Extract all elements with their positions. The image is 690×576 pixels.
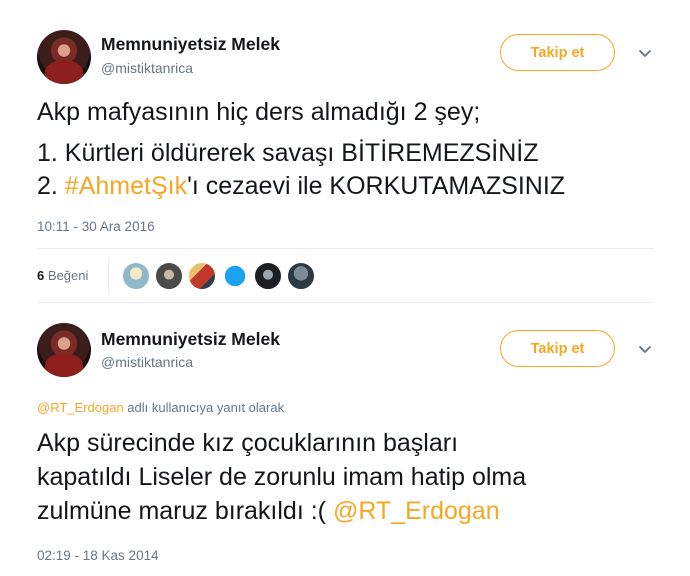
divider (108, 258, 109, 294)
tweet: Memnuniyetsiz Melek @mistiktanrica Takip… (0, 0, 690, 310)
mention-link[interactable]: @RT_Erdogan (37, 400, 124, 415)
mention-link[interactable]: @RT_Erdogan (333, 497, 500, 525)
likes-label: Beğeni (47, 268, 89, 283)
likes-number: 6 (37, 268, 45, 283)
tweet-timestamp[interactable]: 02:19 - 18 Kas 2014 (37, 548, 159, 563)
divider (37, 302, 654, 303)
hashtag-link[interactable]: #AhmetŞık (65, 172, 187, 200)
author-handle[interactable]: @mistiktanrica (101, 60, 193, 76)
tweet-text-line: 1. Kürtleri öldürerek savaşı BİTİREMEZSİ… (37, 139, 539, 167)
liker-avatar[interactable] (287, 262, 315, 290)
reply-context: @RT_Erdogan adlı kullanıcıya yanıt olara… (37, 400, 284, 415)
tweet-text-line: zulmüne maruz bırakıldı :( @RT_Erdogan (37, 496, 500, 527)
avatar[interactable] (37, 30, 91, 84)
author-name[interactable]: Memnuniyetsiz Melek (101, 34, 280, 55)
chevron-down-icon[interactable] (636, 341, 654, 359)
follow-button[interactable]: Takip et (500, 330, 615, 367)
author-handle[interactable]: @mistiktanrica (101, 354, 193, 370)
liker-avatar[interactable] (122, 262, 150, 290)
text-segment: 'ı cezaevi ile KORKUTAMAZSINIZ (187, 172, 566, 200)
tweet-text-line: kapatıldı Liseler de zorunlu imam hatip … (37, 463, 527, 491)
follow-button[interactable]: Takip et (500, 34, 615, 71)
text-segment: zulmüne maruz bırakıldı :( (37, 497, 333, 525)
avatar[interactable] (37, 323, 91, 377)
text-segment: 2. (37, 172, 65, 200)
chevron-down-icon[interactable] (636, 45, 654, 63)
likes-count[interactable]: 6 Beğeni (37, 268, 88, 283)
liker-avatar[interactable] (254, 262, 282, 290)
tweet-text-line: 2. #AhmetŞık'ı cezaevi ile KORKUTAMAZSIN… (37, 171, 565, 202)
reply-text: adlı kullanıcıya yanıt olarak (123, 400, 285, 415)
tweet-text-line: Akp sürecinde kız çocuklarının başları (37, 429, 459, 457)
liker-avatar[interactable] (155, 262, 183, 290)
divider (37, 248, 654, 249)
tweet: Memnuniyetsiz Melek @mistiktanrica Takip… (0, 310, 690, 576)
author-name[interactable]: Memnuniyetsiz Melek (101, 329, 280, 350)
liker-avatar[interactable] (188, 262, 216, 290)
tweet-timestamp[interactable]: 10:11 - 30 Ara 2016 (37, 219, 155, 234)
tweet-text-line: Akp mafyasının hiç ders almadığı 2 şey; (37, 98, 481, 126)
liker-avatar[interactable] (221, 262, 249, 290)
